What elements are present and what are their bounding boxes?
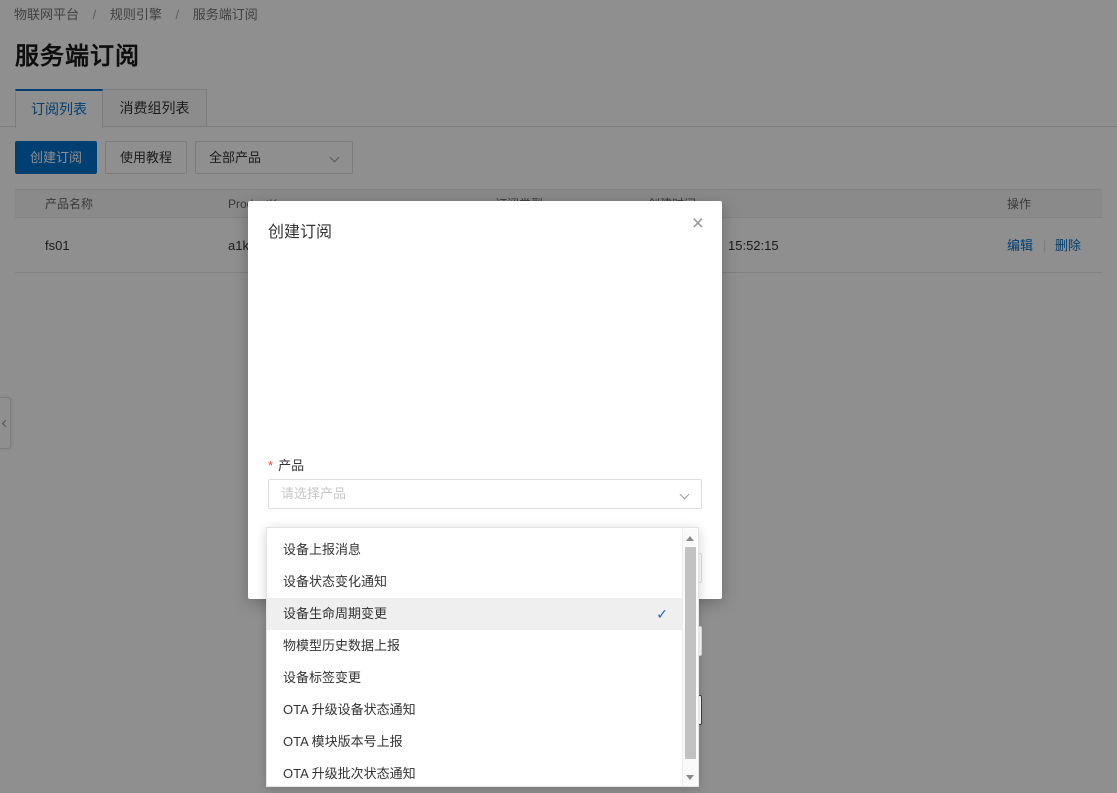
option-ota-batch-status[interactable]: OTA 升级批次状态通知 — [267, 758, 682, 787]
scroll-up-icon[interactable] — [686, 536, 694, 541]
product-field-label: *产品 — [268, 455, 304, 474]
scroll-down-icon[interactable] — [686, 775, 694, 780]
check-icon: ✓ — [656, 598, 668, 630]
dropdown-scrollbar[interactable] — [682, 529, 697, 787]
option-thing-model-history[interactable]: 物模型历史数据上报 — [267, 630, 682, 662]
scrollbar-thumb[interactable] — [685, 547, 696, 759]
message-type-dropdown: 设备上报消息 设备状态变化通知 设备生命周期变更 ✓ 物模型历史数据上报 设备标… — [266, 527, 699, 787]
modal-title: 创建订阅 — [268, 218, 332, 242]
dropdown-option-list: 设备上报消息 设备状态变化通知 设备生命周期变更 ✓ 物模型历史数据上报 设备标… — [267, 534, 682, 787]
iot-console-screen: 物联网平台 / 规则引擎 / 服务端订阅 服务端订阅 订阅列表 消费组列表 创建… — [0, 0, 1117, 793]
option-device-tag-change[interactable]: 设备标签变更 — [267, 662, 682, 694]
option-ota-device-status[interactable]: OTA 升级设备状态通知 — [267, 694, 682, 726]
option-device-status-change[interactable]: 设备状态变化通知 — [267, 566, 682, 598]
product-select-placeholder: 请选择产品 — [281, 486, 346, 501]
chevron-down-icon — [680, 490, 690, 500]
close-icon[interactable]: × — [692, 213, 704, 234]
required-asterisk: * — [268, 458, 273, 473]
option-device-report[interactable]: 设备上报消息 — [267, 534, 682, 566]
option-device-lifecycle[interactable]: 设备生命周期变更 ✓ — [267, 598, 682, 630]
option-ota-module-version[interactable]: OTA 模块版本号上报 — [267, 726, 682, 758]
product-select[interactable]: 请选择产品 — [268, 479, 702, 509]
